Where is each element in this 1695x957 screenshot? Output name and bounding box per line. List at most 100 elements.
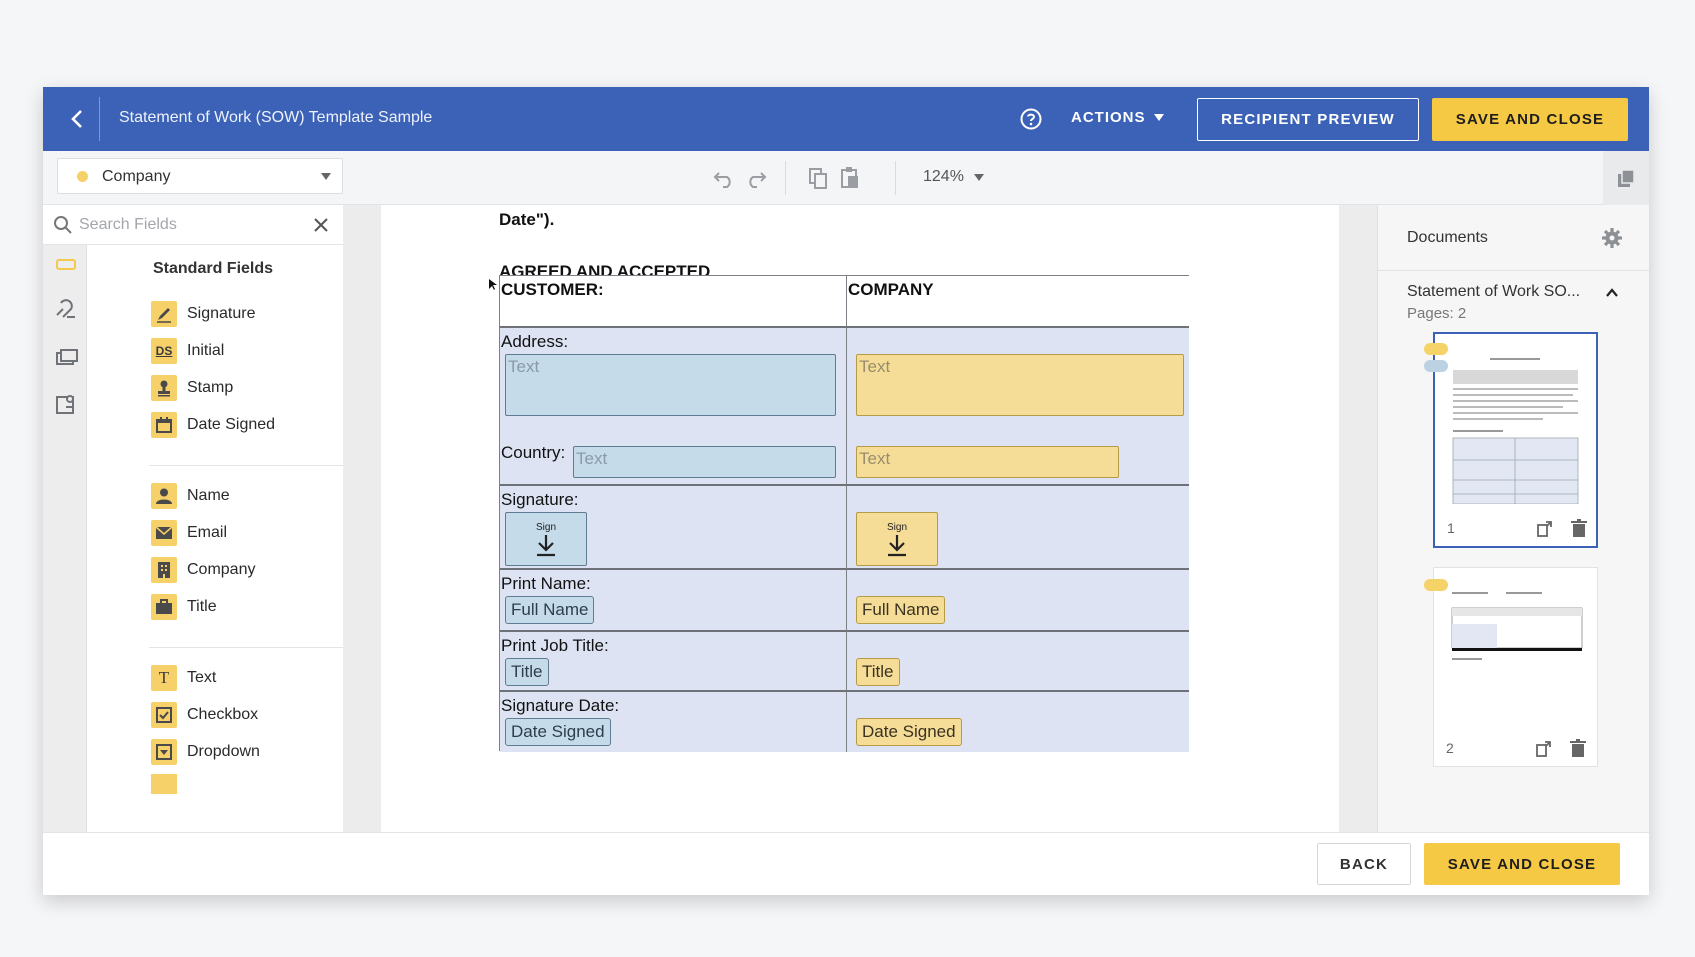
mouse-cursor-icon	[489, 279, 497, 290]
field-label: Company	[187, 561, 256, 578]
field-date-signed[interactable]: Date Signed	[151, 410, 351, 440]
page-number: 2	[1446, 740, 1454, 756]
customer-address-cell: Address: Text Country: Text	[500, 328, 847, 486]
field-placeholder: Text	[508, 357, 540, 376]
customer-date-signed-field[interactable]: Date Signed	[505, 718, 611, 746]
trash-icon[interactable]	[1569, 518, 1589, 538]
building-icon	[151, 557, 177, 583]
customer-country-field[interactable]: Text	[573, 446, 836, 478]
search-row	[43, 205, 343, 245]
initials-glyph: DS	[155, 344, 173, 358]
preceding-text: Date").	[499, 210, 555, 229]
field-label: Dropdown	[187, 743, 260, 760]
company-address-field[interactable]: Text	[856, 354, 1184, 416]
customer-title-field[interactable]: Title	[505, 658, 549, 686]
recipient-preview-button[interactable]: RECIPIENT PREVIEW	[1197, 98, 1419, 141]
page-thumbnail-1[interactable]: 1	[1433, 332, 1598, 548]
page-preview-1	[1452, 358, 1579, 505]
company-full-name-field[interactable]: Full Name	[856, 596, 946, 624]
company-date-signed-field[interactable]: Date Signed	[856, 718, 962, 746]
field-signature[interactable]: Signature	[151, 299, 351, 329]
calendar-icon	[151, 412, 177, 438]
address-label: Address:	[501, 332, 569, 351]
gear-icon[interactable]	[1600, 226, 1624, 250]
trash-icon[interactable]	[1568, 738, 1588, 758]
field-partial[interactable]	[151, 774, 351, 794]
close-icon[interactable]	[311, 215, 331, 235]
arrow-down-icon	[888, 534, 906, 556]
page-number: 1	[1447, 520, 1455, 536]
customer-signature-cell: Signature: Sign	[500, 486, 847, 570]
redo-icon[interactable]	[743, 165, 769, 191]
field-email[interactable]: Email	[151, 518, 351, 548]
company-address-cell: Text Text	[847, 328, 1189, 486]
chevron-up-icon[interactable]	[1604, 285, 1620, 301]
company-header-cell: COMPANY	[847, 276, 1189, 328]
search-fields-input[interactable]	[79, 211, 299, 239]
rotate-page-icon[interactable]	[1535, 518, 1555, 538]
documents-stack-icon	[1618, 169, 1635, 187]
custom-fields-rail-icon[interactable]	[53, 297, 79, 323]
toggle-documents-panel[interactable]	[1603, 151, 1649, 205]
header-divider	[99, 97, 100, 141]
sign-text: Sign	[535, 521, 556, 533]
paste-icon[interactable]	[837, 165, 863, 191]
customer-heading: CUSTOMER:	[501, 280, 604, 299]
dropdown-icon	[151, 739, 177, 765]
text-icon: T	[151, 665, 177, 691]
copy-icon[interactable]	[805, 165, 831, 191]
undo-icon[interactable]	[711, 165, 737, 191]
recipient-select[interactable]: Company	[57, 158, 343, 194]
back-button[interactable]: BACK	[1317, 843, 1411, 885]
customer-field-marker	[1424, 360, 1448, 372]
chevron-down-icon	[973, 173, 984, 181]
company-job-title-cell: Title	[847, 632, 1189, 692]
customer-full-name-field[interactable]: Full Name	[505, 596, 595, 624]
field-initial[interactable]: DS Initial	[151, 336, 351, 366]
left-icon-rail	[43, 205, 87, 832]
print-name-label: Print Name:	[501, 574, 591, 593]
rotate-page-icon[interactable]	[1534, 738, 1554, 758]
page-thumbnail-2[interactable]: 2	[1433, 567, 1598, 767]
partial-field-icon	[151, 774, 177, 794]
customer-header-cell: CUSTOMER:	[500, 276, 847, 328]
stamp-icon	[151, 375, 177, 401]
field-company[interactable]: Company	[151, 555, 351, 585]
text-glyph: T	[158, 668, 170, 687]
templates-rail-icon[interactable]	[53, 345, 79, 371]
field-dropdown[interactable]: Dropdown	[151, 737, 351, 767]
recipient-select-value: Company	[102, 168, 171, 185]
field-text[interactable]: T Text	[151, 663, 351, 693]
canvas-gutter-right	[1339, 205, 1377, 832]
country-label: Country:	[501, 443, 566, 462]
help-icon[interactable]	[1019, 107, 1043, 131]
toolbar-separator	[895, 161, 896, 195]
zoom-select[interactable]: 124%	[923, 168, 984, 186]
actions-menu[interactable]: ACTIONS	[1071, 109, 1164, 126]
field-placeholder: Text	[859, 357, 891, 376]
document-name[interactable]: Statement of Work SO...	[1407, 283, 1597, 301]
back-arrow-icon[interactable]	[57, 99, 97, 139]
pen-icon	[151, 301, 177, 327]
field-title[interactable]: Title	[151, 592, 351, 622]
field-name[interactable]: Name	[151, 481, 351, 511]
standard-fields-heading: Standard Fields	[153, 260, 274, 277]
field-label: Initial	[187, 342, 225, 359]
field-checkbox[interactable]: Checkbox	[151, 700, 351, 730]
customer-sign-field[interactable]: Sign	[505, 512, 587, 566]
company-title-field[interactable]: Title	[856, 658, 900, 686]
company-country-field[interactable]: Text	[856, 446, 1119, 478]
standard-fields-rail-icon[interactable]	[53, 251, 79, 277]
recipient-fields-rail-icon[interactable]	[53, 391, 79, 417]
customer-address-field[interactable]: Text	[505, 354, 836, 416]
panel-divider	[149, 647, 367, 648]
zoom-value: 124%	[923, 168, 964, 185]
page-preview-2	[1451, 592, 1583, 660]
field-label: Checkbox	[187, 706, 259, 723]
save-and-close-button-bottom[interactable]: SAVE AND CLOSE	[1424, 843, 1620, 885]
company-sign-field[interactable]: Sign	[856, 512, 938, 566]
field-stamp[interactable]: Stamp	[151, 373, 351, 403]
editor-window: Statement of Work (SOW) Template Sample …	[43, 87, 1649, 895]
save-and-close-button-top[interactable]: SAVE AND CLOSE	[1432, 98, 1628, 141]
company-field-marker	[1424, 343, 1448, 355]
